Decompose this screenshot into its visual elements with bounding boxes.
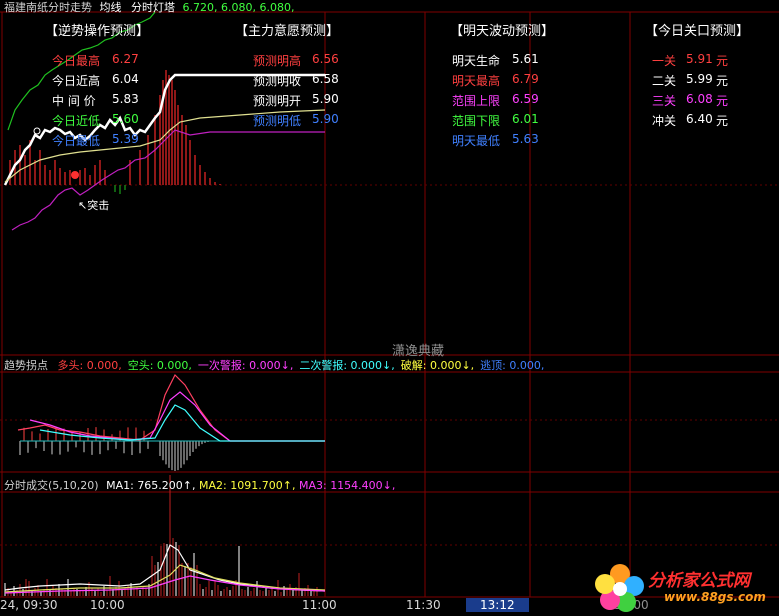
price-spikes [9, 70, 221, 185]
indicator-item-4: 破解: 0.000↓, [401, 359, 474, 372]
reverse-label-3: 今日近低 [52, 114, 101, 128]
ma2-label: MA2: [199, 479, 227, 492]
indicator-item-value-2: 0.000↓, [245, 359, 294, 372]
red-marker [71, 171, 79, 179]
gate-value-1: 5.99 [686, 72, 713, 86]
ma-white-line [4, 544, 326, 592]
gate-unit-3: 元 [716, 114, 729, 128]
reverse-value-3: 5.60 [112, 112, 139, 126]
time-start: 24, 09:30 [0, 598, 58, 612]
indicator-item-label-3: 二次警报: [299, 359, 348, 372]
main-force-value-0: 6.56 [312, 52, 339, 66]
gate-unit-0: 元 [716, 54, 729, 68]
time-1000: 10:00 [90, 598, 125, 612]
indicator-item-0: 多头: 0.000, [58, 359, 122, 372]
white-ring-marker [33, 127, 41, 135]
indicator-title: 趋势拐点 [4, 359, 48, 372]
ma2-value: 1091.700↑, [230, 479, 296, 492]
indicator-item-value-4: 0.000↓, [426, 359, 475, 372]
panel-reverse-title: 【逆势操作预测】 [45, 24, 150, 39]
tomorrow-value-0: 5.61 [512, 52, 539, 66]
tomorrow-label-3: 范围下限 [452, 114, 501, 128]
gate-unit-2: 元 [716, 94, 729, 108]
gate-label-1: 二关 [652, 74, 677, 88]
main-force-value-3: 5.90 [312, 112, 339, 126]
main-force-label-2: 预测明开 [253, 94, 302, 108]
tomorrow-value-1: 6.79 [512, 72, 539, 86]
reverse-label-1: 今日近高 [52, 74, 101, 88]
gate-value-0: 5.91 [686, 52, 713, 66]
reverse-label-0: 今日最高 [52, 54, 101, 68]
time-1100: 11:00 [302, 598, 337, 612]
reverse-label-4: 今日最低 [52, 134, 101, 148]
indicator-cyan-line [39, 404, 325, 442]
indicator-item-value-5: 0.000, [505, 359, 545, 372]
indicator-item-value-1: 0.000, [153, 359, 192, 372]
reverse-value-4: 5.39 [112, 132, 139, 146]
logo-text: 分析家公式网 [648, 571, 750, 591]
volume-params: (5,10,20) [48, 479, 99, 492]
breakout-label: ↖突击 [78, 199, 110, 212]
reverse-label-2: 中 间 价 [52, 94, 96, 108]
tomorrow-label-4: 明天最低 [452, 134, 501, 148]
reverse-value-1: 6.04 [112, 72, 139, 86]
gate-value-2: 6.08 [686, 92, 713, 106]
indicator-item-3: 二次警报: 0.000↓, [299, 359, 394, 372]
tomorrow-value-4: 5.63 [512, 132, 539, 146]
indicator-item-5: 逃顶: 0.000, [480, 359, 544, 372]
ma3-value: 1154.400↓, [330, 479, 396, 492]
indicator-bars [19, 427, 230, 471]
site-logo[interactable]: 分析家公式网 www.88gs.com [590, 560, 775, 612]
tomorrow-value-2: 6.59 [512, 92, 539, 106]
main-force-value-2: 5.90 [312, 92, 339, 106]
main-force-label-0: 预测明高 [253, 54, 302, 68]
indicator-item-label-4: 破解: [400, 359, 427, 372]
indicator-item-label-0: 多头: [57, 359, 84, 372]
tomorrow-value-3: 6.01 [512, 112, 539, 126]
gate-label-3: 冲关 [652, 114, 677, 128]
gate-value-3: 6.40 [686, 112, 713, 126]
gate-unit-1: 元 [716, 74, 729, 88]
logo-url: www.88gs.com [664, 590, 766, 604]
lamp-values: 6.720, 6.080, 6.080, [182, 1, 295, 14]
main-force-label-3: 预测明低 [253, 114, 302, 128]
indicator-item-label-2: 一次警报: [197, 359, 246, 372]
indicator-item-1: 空头: 0.000, [128, 359, 192, 372]
volume-title-bar: 分时成交(5,10,20) MA1: 765.200↑, MA2: 1091.7… [4, 477, 395, 493]
indicator-magenta-line [29, 391, 325, 442]
ma3-label: MA3: [298, 479, 327, 492]
arrow-icon: ↖ [78, 199, 88, 212]
gate-label-0: 一关 [652, 54, 677, 68]
tomorrow-label-2: 范围上限 [452, 94, 501, 108]
time-1130: 11:30 [406, 598, 441, 612]
ma1-value: 765.200↑, [137, 479, 196, 492]
lamp-label: 分时灯塔 [131, 1, 175, 14]
main-force-value-1: 6.58 [312, 72, 339, 86]
volume-title: 分时成交 [4, 479, 48, 492]
volume-bars [4, 475, 318, 596]
indicator-item-label-1: 空头: [127, 359, 154, 372]
tomorrow-label-0: 明天生命 [452, 54, 501, 68]
reverse-value-0: 6.27 [112, 52, 139, 66]
indicator-item-2: 一次警报: 0.000↓, [198, 359, 293, 372]
tomorrow-label-1: 明天最高 [452, 74, 501, 88]
main-force-label-1: 预测明收 [253, 74, 302, 88]
header-bar: 福建南纸分时走势 均线 分时灯塔 6.720, 6.080, 6.080, [4, 0, 294, 15]
panel-today-gate-title: 【今日关口预测】 [645, 24, 750, 39]
indicator-item-value-0: 0.000, [83, 359, 122, 372]
indicator-item-label-5: 逃顶: [480, 359, 506, 372]
panel-tomorrow-title: 【明天波动预测】 [450, 24, 555, 39]
gate-label-2: 三关 [652, 94, 677, 108]
flower-icon [595, 564, 644, 612]
avg-line-label: 均线 [99, 1, 122, 14]
indicator-item-value-3: 0.000↓, [347, 359, 395, 372]
reverse-value-2: 5.83 [112, 92, 139, 106]
ma1-label: MA1: [106, 479, 134, 492]
current-time-badge[interactable]: 13:12 [466, 598, 529, 612]
indicator-title-bar: 趋势拐点 多头: 0.000, 空头: 0.000, 一次警报: 0.000↓, 二次… [4, 357, 544, 373]
panel-main-force-title: 【主力意愿预测】 [235, 24, 340, 39]
stock-name: 福建南纸分时走势 [4, 1, 92, 14]
